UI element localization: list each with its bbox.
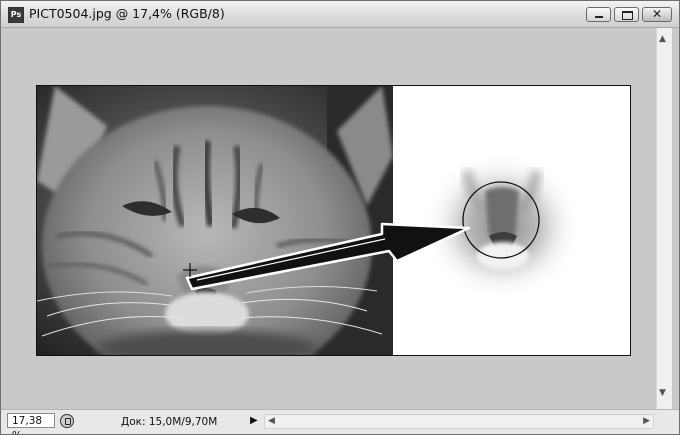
clone-preview xyxy=(393,86,630,355)
workspace[interactable] xyxy=(1,28,654,409)
close-button[interactable]: ✕ xyxy=(642,7,672,22)
maximize-icon xyxy=(622,11,633,20)
window-title: PICT0504.jpg @ 17,4% (RGB/8) xyxy=(29,6,225,21)
resize-grip-icon[interactable] xyxy=(660,414,674,429)
horizontal-scrollbar[interactable]: ◀ ▶ xyxy=(264,414,654,429)
cat-photo xyxy=(37,86,393,355)
title-bar[interactable]: Ps PICT0504.jpg @ 17,4% (RGB/8) ✕ xyxy=(1,1,679,28)
document-size-info: Док: 15,0M/9,70M xyxy=(121,416,218,428)
status-menu-arrow-icon[interactable]: ▶ xyxy=(250,415,258,426)
document-canvas[interactable] xyxy=(36,85,631,356)
scroll-left-icon[interactable]: ◀ xyxy=(268,416,275,426)
document-window: Ps PICT0504.jpg @ 17,4% (RGB/8) ✕ ▲ ▼ 17… xyxy=(0,0,680,435)
canvas-image[interactable] xyxy=(37,86,630,355)
scroll-right-icon[interactable]: ▶ xyxy=(643,416,650,426)
close-icon: ✕ xyxy=(651,7,663,21)
zoom-input[interactable]: 17,38 % xyxy=(7,413,55,434)
scroll-down-icon[interactable]: ▼ xyxy=(659,388,666,398)
scroll-up-icon[interactable]: ▲ xyxy=(659,34,666,44)
minimize-button[interactable] xyxy=(586,7,611,22)
status-bar: 17,38 % Док: 15,0M/9,70M ▶ ◀ ▶ xyxy=(1,409,679,434)
photoshop-icon: Ps xyxy=(8,7,24,23)
minimize-icon xyxy=(595,16,603,18)
vertical-scrollbar[interactable]: ▲ ▼ xyxy=(656,28,672,409)
maximize-button[interactable] xyxy=(614,7,639,22)
timer-icon[interactable] xyxy=(60,414,74,428)
